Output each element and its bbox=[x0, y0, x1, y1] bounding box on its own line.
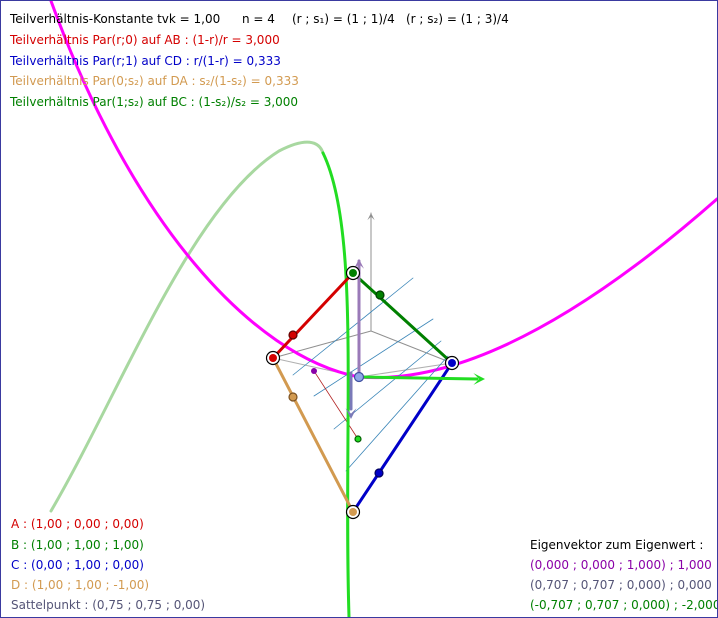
point-a-coords: A : (1,00 ; 0,00 ; 0,00) bbox=[11, 517, 144, 531]
point-c-coords: C : (0,00 ; 1,00 ; 0,00) bbox=[11, 558, 144, 572]
green-parabola bbox=[321, 151, 351, 617]
ratio-da: Teilverhältnis Par(0;s₂) auf DA : s₂/(1-… bbox=[10, 74, 299, 88]
eigen-title: Eigenvektor zum Eigenwert : bbox=[530, 538, 704, 552]
vertex-d-fill bbox=[349, 508, 357, 516]
marker-green-low bbox=[354, 435, 362, 443]
pale-green-parabola bbox=[49, 140, 325, 513]
graphics-window: Teilverhältnis-Konstante tvk = 1,00 n = 4… bbox=[0, 0, 718, 618]
saddle-point-coords: Sattelpunkt : (0,75 ; 0,75 ; 0,00) bbox=[11, 598, 206, 612]
edge-cd bbox=[351, 361, 454, 514]
eigen-row-3: (-0,707 ; 0,707 ; 0,000) ; -2,000 bbox=[530, 598, 718, 612]
marker-ab bbox=[288, 330, 298, 340]
vertex-c-fill bbox=[448, 359, 456, 367]
tvk-constant: Teilverhältnis-Konstante tvk = 1,00 bbox=[10, 12, 221, 26]
header-line: Teilverhältnis-Konstante tvk = 1,00 n = 4… bbox=[10, 12, 509, 26]
edge-ab bbox=[271, 271, 355, 360]
point-d-coords: D : (1,00 ; 1,00 ; -1,00) bbox=[11, 578, 150, 592]
marker-da bbox=[288, 392, 298, 402]
rs1-value: (r ; s₁) = (1 ; 1)/4 bbox=[292, 12, 395, 26]
eigen-row-1: (0,000 ; 0,000 ; 1,000) ; 1,000 bbox=[530, 558, 712, 572]
marker-cd bbox=[374, 468, 384, 478]
eigen-row-2: (0,707 ; 0,707 ; 0,000) ; 0,000 bbox=[530, 578, 712, 592]
n-value: n = 4 bbox=[242, 12, 275, 26]
edge-da bbox=[271, 356, 355, 514]
point-b-coords: B : (1,00 ; 1,00 ; 1,00) bbox=[11, 538, 144, 552]
vertex-b-fill bbox=[349, 269, 357, 277]
ratio-cd: Teilverhältnis Par(r;1) auf CD : r/(1-r)… bbox=[10, 54, 281, 68]
axis-y bbox=[370, 330, 453, 364]
vertex-a-fill bbox=[269, 354, 277, 362]
rs2-value: (r ; s₂) = (1 ; 3)/4 bbox=[406, 12, 509, 26]
eigenvector-green bbox=[357, 375, 479, 381]
ruling-line-1 bbox=[292, 277, 414, 376]
ratio-bc: Teilverhältnis Par(1;s₂) auf BC : (1-s₂)… bbox=[10, 95, 299, 109]
ratio-ab: Teilverhältnis Par(r;0) auf AB : (1-r)/r… bbox=[10, 33, 280, 47]
saddle-point-marker bbox=[353, 371, 365, 383]
marker-magenta-left bbox=[311, 368, 317, 374]
marker-bc bbox=[375, 290, 385, 300]
